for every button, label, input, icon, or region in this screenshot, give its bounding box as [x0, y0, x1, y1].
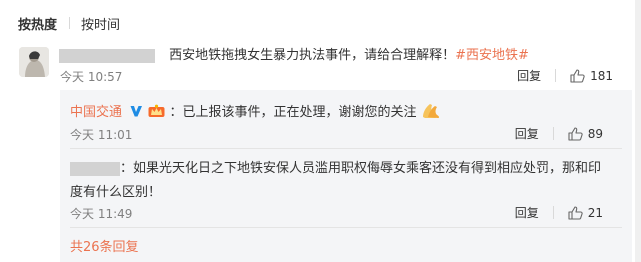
reply-button[interactable]: 回复: [515, 125, 539, 142]
like-count: 21: [587, 205, 603, 220]
reply-time: 今天 11:01: [70, 128, 133, 142]
hashtag-link[interactable]: #西安地铁#: [455, 48, 529, 63]
like-button[interactable]: 89: [568, 127, 603, 141]
reply-time: 今天 11:49: [70, 207, 133, 221]
thumbs-up-icon: [568, 126, 583, 141]
reply-text-line2: 度有什么区别！: [70, 185, 162, 200]
reply-divider: [70, 227, 622, 228]
comment-text: 西安地铁拖拽女生暴力执法事件，请给合理解释！: [169, 48, 456, 63]
reply-list: 中国交通 ：已上报该事件，正在处理，谢谢您的关注 今天 11:01 回复 89 …: [60, 90, 632, 262]
comment-time: 今天 10:57: [60, 70, 123, 84]
reply-text-line1: ：如果光天化日之下地铁安保人员滥用职权侮辱女乘客还没有得到相应处罚，那和印: [120, 161, 602, 176]
like-count: 89: [587, 126, 603, 141]
sort-by-hot-tab[interactable]: 按热度: [18, 14, 57, 33]
thumbs-up-icon: [568, 205, 583, 220]
masked-username[interactable]: [70, 161, 120, 176]
sort-divider: [69, 17, 71, 29]
action-divider: [552, 127, 554, 140]
like-button[interactable]: 21: [568, 206, 603, 220]
member-crown-icon: [148, 104, 165, 117]
reply-row: ：如果光天化日之下地铁安保人员滥用职权侮辱女乘客还没有得到相应处罚，那和印: [70, 157, 601, 176]
reply-button[interactable]: 回复: [515, 204, 539, 221]
sort-bar: 按热度 按时间: [18, 14, 120, 33]
folded-hands-emoji-icon: [422, 104, 439, 118]
reply-text: ：已上报该事件，正在处理，谢谢您的关注: [169, 105, 417, 120]
reply-username[interactable]: 中国交通: [70, 105, 122, 120]
masked-username[interactable]: [59, 48, 155, 63]
reply-actions: 回复 21: [515, 204, 603, 221]
thumbs-up-icon: [570, 68, 585, 83]
like-count: 181: [590, 68, 613, 83]
action-divider: [552, 206, 554, 219]
more-replies-link[interactable]: 共26条回复: [70, 236, 139, 255]
verified-icon: [130, 106, 143, 117]
like-button[interactable]: 181: [570, 69, 613, 83]
comment-actions: 回复 181: [517, 67, 613, 84]
scrollbar-track[interactable]: [635, 0, 641, 262]
reply-actions: 回复 89: [515, 125, 603, 142]
reply-row: 中国交通 ：已上报该事件，正在处理，谢谢您的关注: [70, 101, 441, 120]
reply-divider: [70, 148, 622, 149]
avatar[interactable]: [19, 47, 49, 77]
comment-text-row: 西安地铁拖拽女生暴力执法事件，请给合理解释！#西安地铁#: [59, 44, 529, 63]
reply-button[interactable]: 回复: [517, 67, 541, 84]
sort-by-time-tab[interactable]: 按时间: [81, 14, 120, 33]
action-divider: [555, 69, 557, 82]
